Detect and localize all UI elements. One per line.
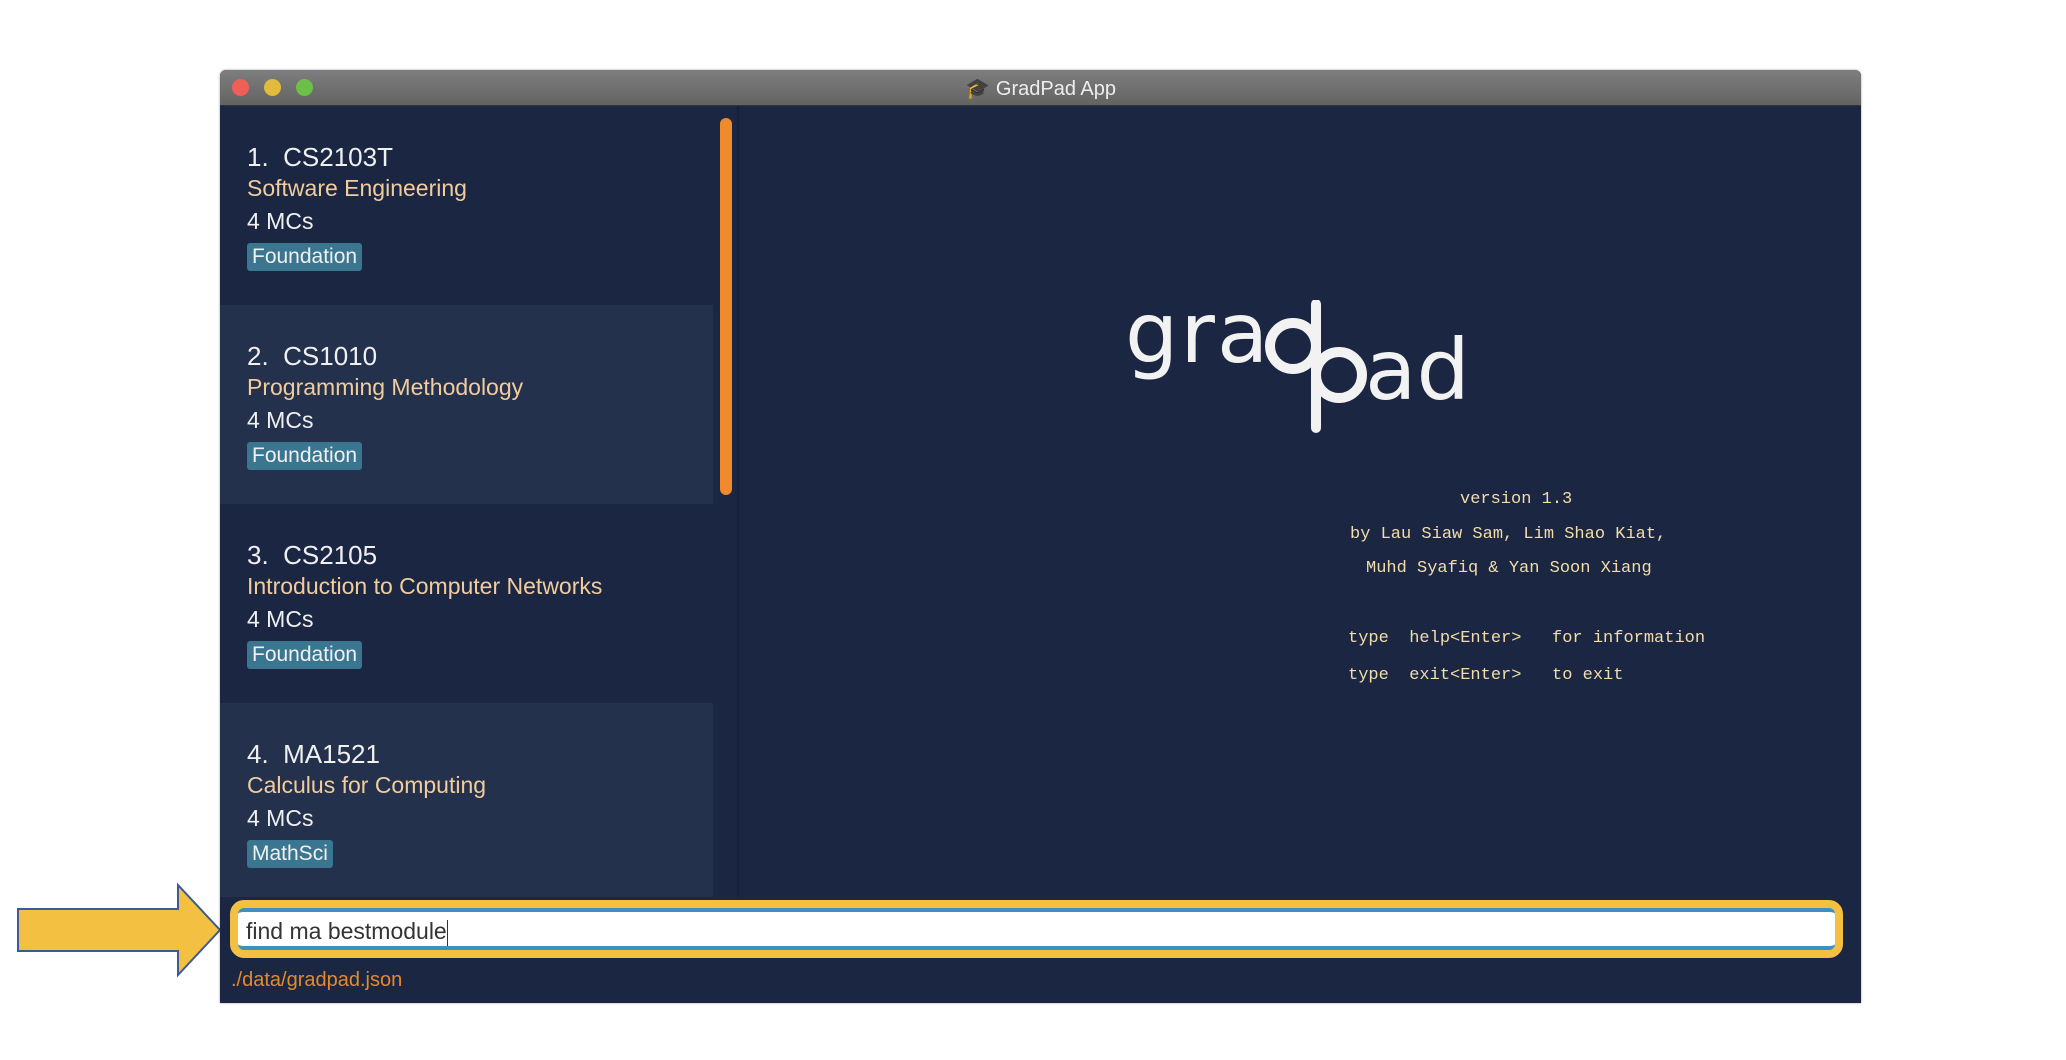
module-card[interactable]: 2. CS1010 Programming Methodology 4 MCs … — [220, 305, 713, 504]
module-credits: 4 MCs — [247, 805, 314, 831]
title-bar: 🎓 GradPad App — [220, 70, 1861, 106]
module-code: CS2105 — [283, 540, 378, 570]
module-list: 1. CS2103T Software Engineering 4 MCs Fo… — [220, 106, 713, 897]
module-index: 3. — [247, 540, 269, 570]
svg-text:ad: ad — [1365, 321, 1465, 419]
module-index: 4. — [247, 739, 269, 769]
module-header: 4. MA1521 — [247, 739, 713, 772]
module-name: Introduction to Computer Networks — [247, 573, 603, 599]
module-card[interactable]: 1. CS2103T Software Engineering 4 MCs Fo… — [220, 106, 713, 305]
list-scrollbar[interactable] — [720, 118, 732, 495]
module-name: Software Engineering — [247, 175, 467, 201]
module-index: 2. — [247, 341, 269, 371]
authors-line-1: by Lau Siaw Sam, Lim Shao Kiat, — [1350, 525, 1667, 544]
help-instruction: type help<Enter> for information — [1348, 629, 1706, 648]
window-title-text: GradPad App — [995, 78, 1116, 100]
module-tag: Foundation — [247, 442, 363, 470]
command-input[interactable]: find ma bestmodule — [238, 908, 1835, 950]
window-title: 🎓 GradPad App — [220, 76, 1861, 101]
annotation-arrow — [17, 882, 222, 978]
module-header: 2. CS1010 — [247, 341, 713, 374]
graduation-cap-icon: 🎓 — [965, 78, 990, 100]
welcome-panel: gra ad version 1.3 by Lau Siaw Sam, Lim … — [739, 106, 1861, 897]
module-header: 1. CS2103T — [247, 142, 713, 175]
module-card[interactable]: 4. MA1521 Calculus for Computing 4 MCs M… — [220, 703, 713, 897]
module-index: 1. — [247, 142, 269, 172]
module-code: CS2103T — [283, 142, 393, 172]
module-tag: Foundation — [247, 243, 363, 271]
version-text: version 1.3 — [1460, 490, 1573, 509]
svg-text:gra: gra — [1125, 300, 1270, 382]
module-credits: 4 MCs — [247, 606, 314, 632]
exit-instruction: type exit<Enter> to exit — [1348, 666, 1624, 685]
module-name: Calculus for Computing — [247, 772, 487, 798]
module-tag: Foundation — [247, 641, 363, 669]
app-window: 🎓 GradPad App 1. CS2103T Software Enginee… — [220, 70, 1861, 1003]
gradpad-logo: gra ad — [739, 284, 1861, 440]
module-credits: 4 MCs — [247, 407, 314, 433]
command-text: find ma bestmodule — [246, 918, 447, 944]
status-bar-file-path: ./data/gradpad.json — [231, 969, 403, 991]
module-name: Programming Methodology — [247, 374, 524, 400]
module-credits: 4 MCs — [247, 208, 314, 234]
text-caret — [446, 919, 448, 946]
command-box-highlight: find ma bestmodule — [230, 900, 1843, 958]
authors-line-2: Muhd Syafiq & Yan Soon Xiang — [1366, 559, 1652, 578]
module-tag: MathSci — [247, 840, 333, 868]
module-header: 3. CS2105 — [247, 540, 713, 573]
module-card[interactable]: 3. CS2105 Introduction to Computer Netwo… — [220, 504, 713, 703]
module-code: MA1521 — [283, 739, 380, 769]
module-code: CS1010 — [283, 341, 378, 371]
